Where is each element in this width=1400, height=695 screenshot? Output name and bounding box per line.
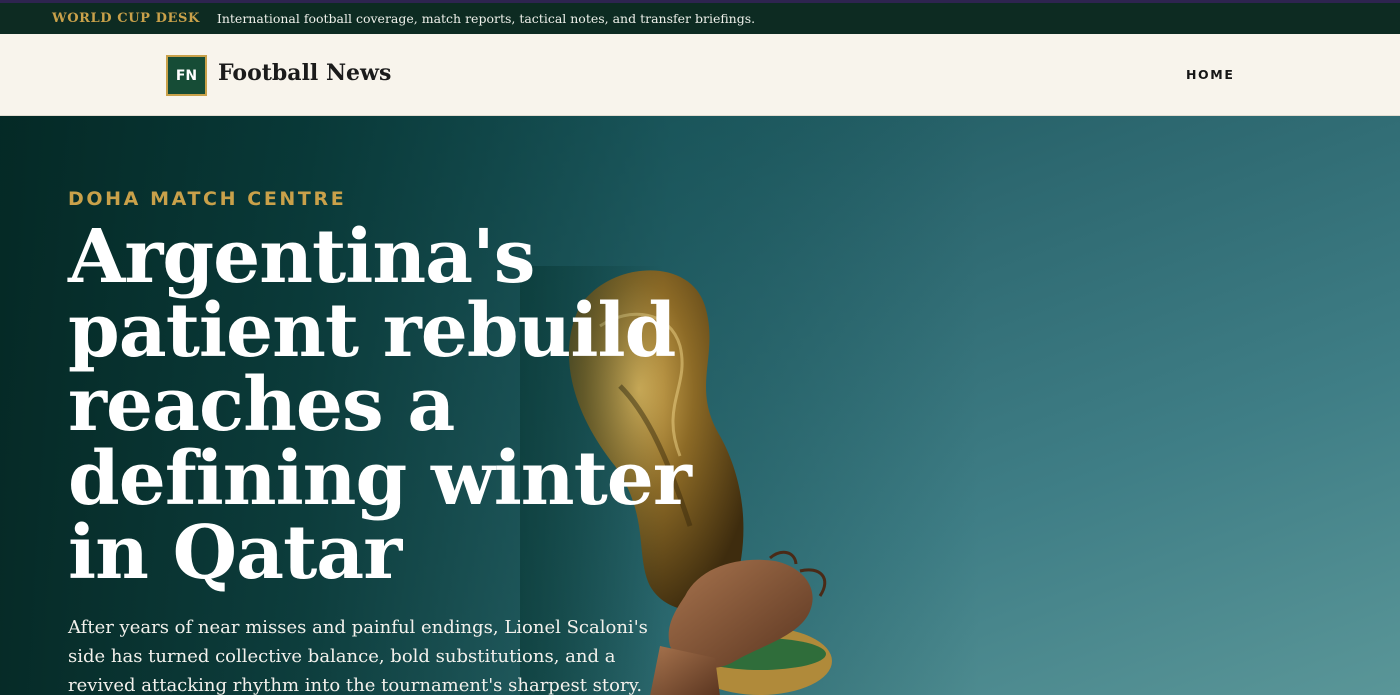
hero-summary: After years of near misses and painful e… [68,617,648,695]
site-tagline: International football coverage, match r… [216,11,756,26]
hero-headline[interactable]: Argentina's patient rebuild reaches a de… [68,220,728,590]
site-header: FN Football News HOME [0,34,1400,116]
world-cup-desk-label: WORLD CUP DESK [52,11,200,26]
nav-home-link[interactable]: HOME [1186,67,1234,82]
top-banner: WORLD CUP DESK International football co… [0,0,1400,34]
site-name[interactable]: Football News [218,60,391,86]
logo-icon[interactable]: FN [166,55,207,96]
hero-section: DOHA MATCH CENTRE Argentina's patient re… [0,116,1400,695]
section-kicker: DOHA MATCH CENTRE [68,188,347,210]
logo-text: FN [175,67,198,84]
